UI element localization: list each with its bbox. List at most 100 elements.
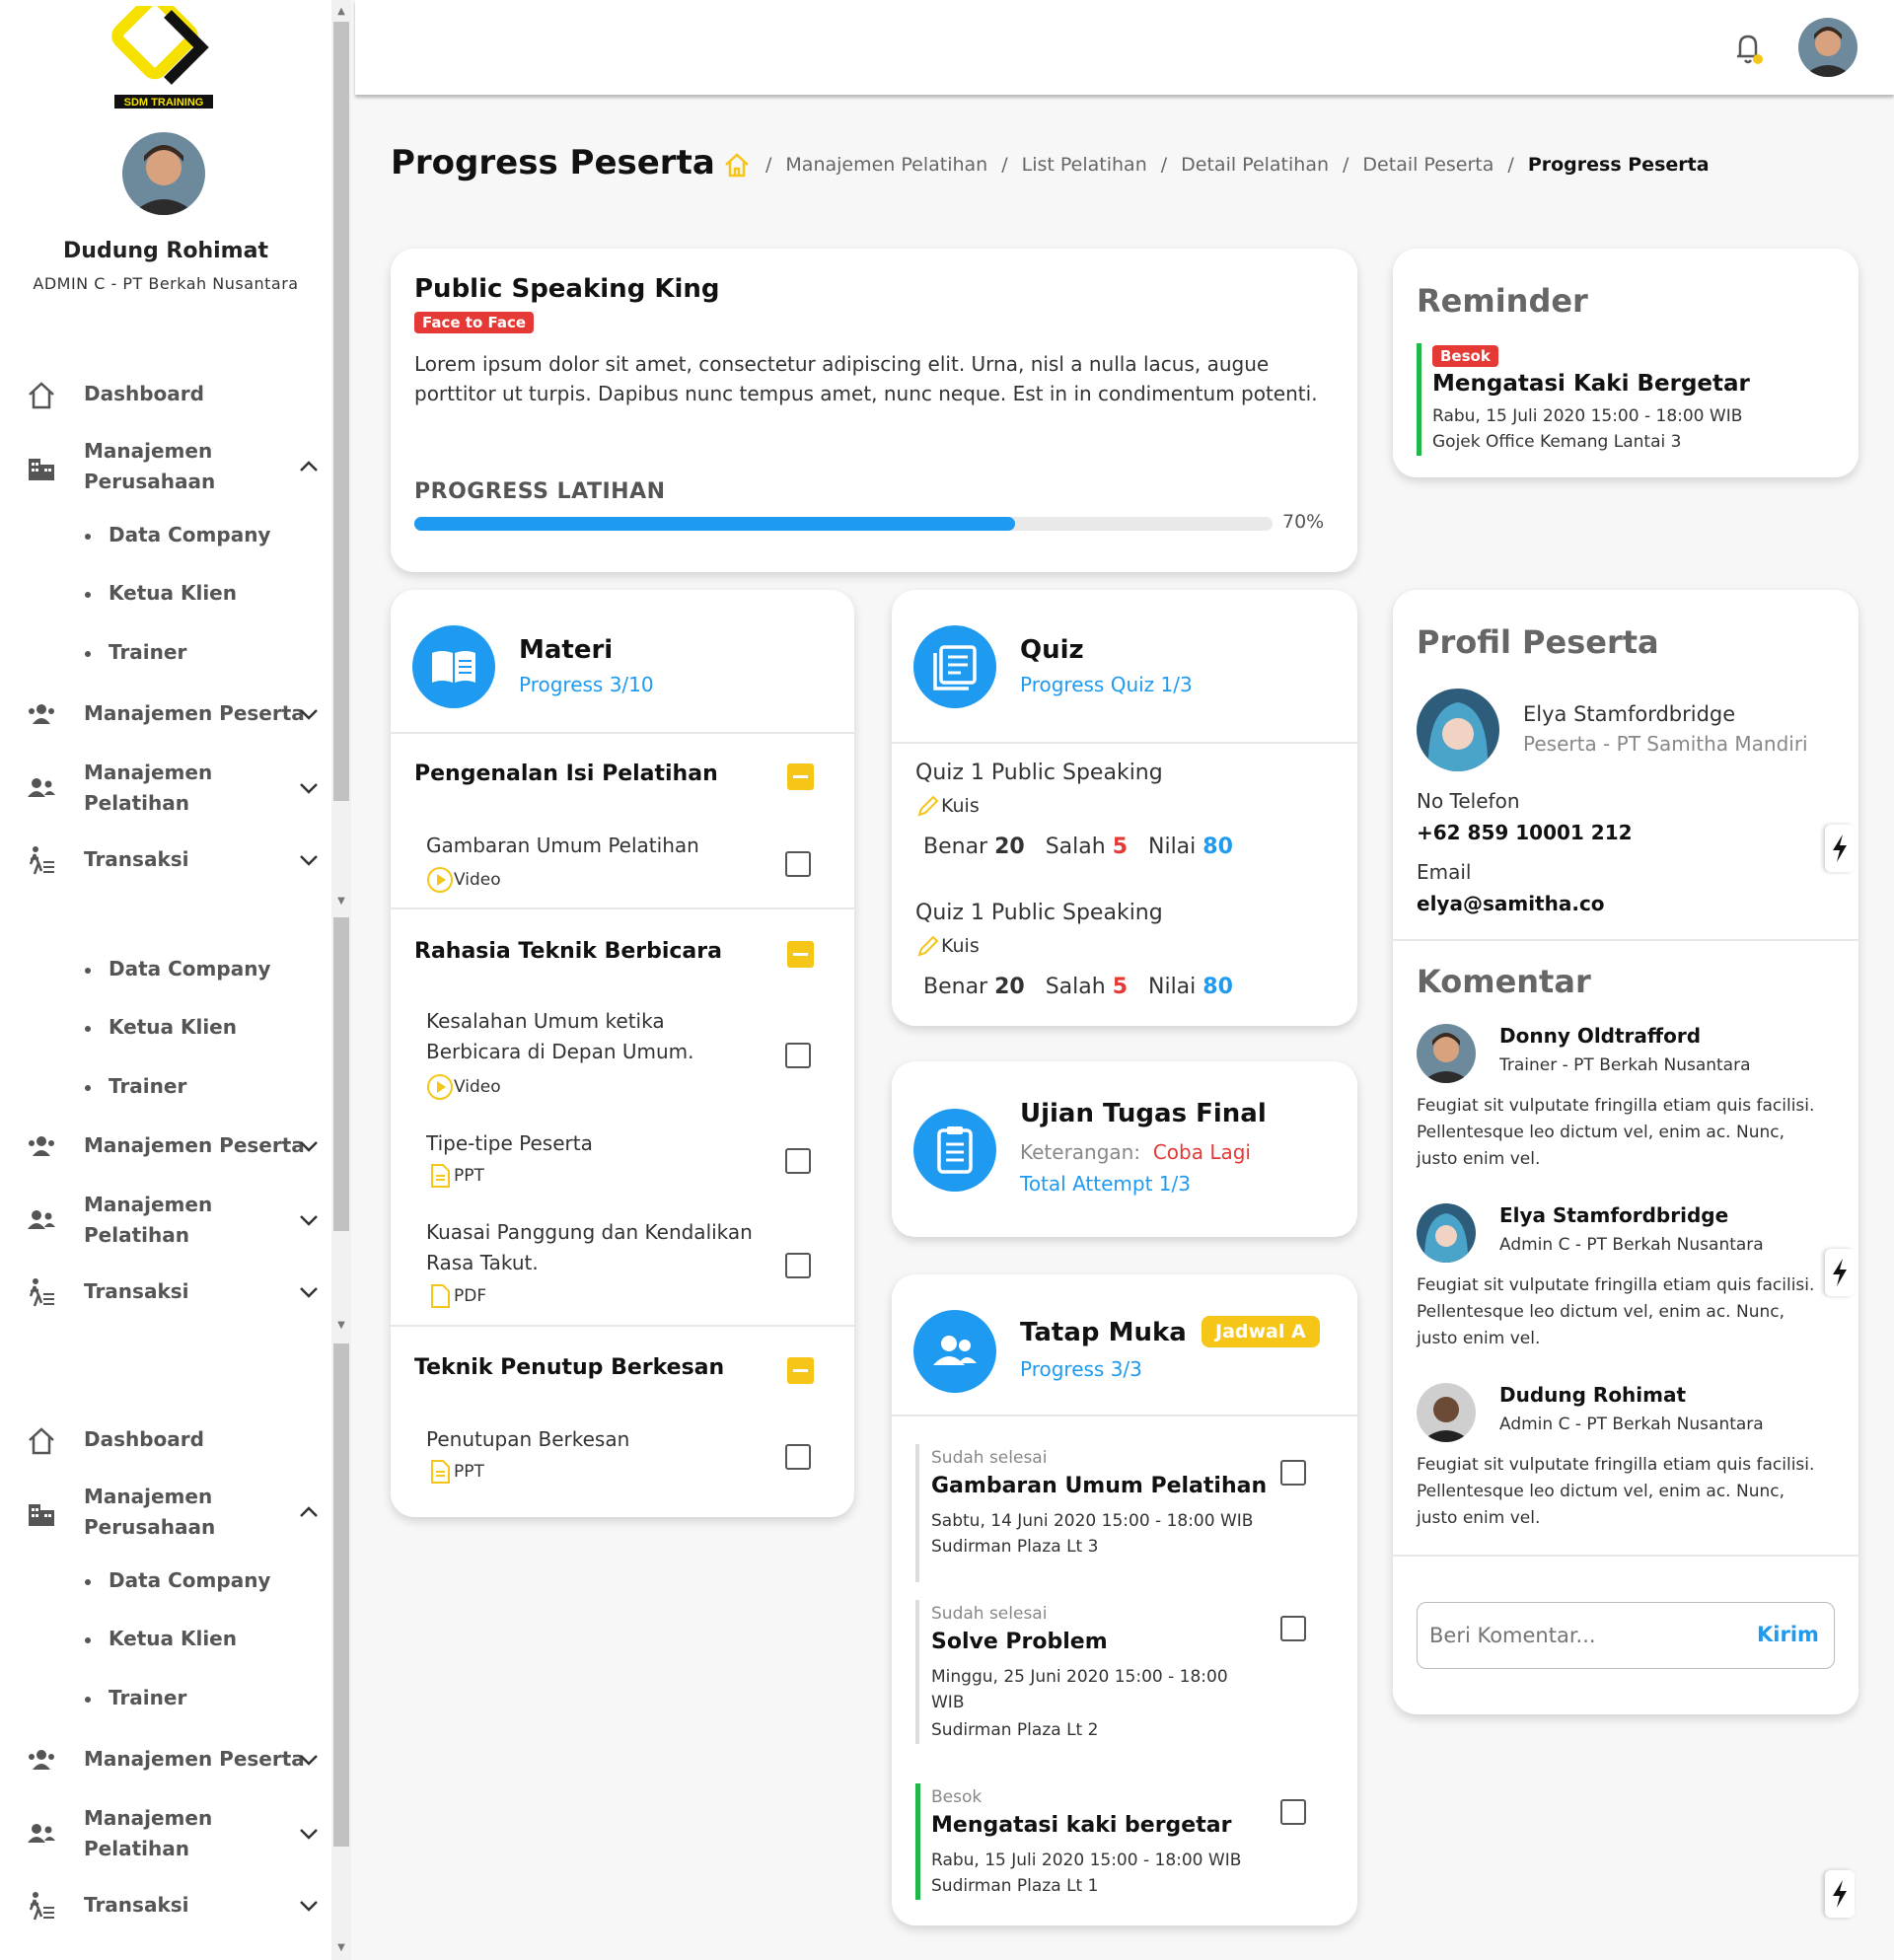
materi-item-title[interactable]: Berbicara di Depan Umum. [426,1037,694,1067]
quick-action-button[interactable] [1825,1870,1855,1918]
nav-dashboard[interactable]: Dashboard [0,1424,331,1456]
scroll-down-arrow[interactable]: ▼ [331,894,351,909]
nav-transaksi[interactable]: Transaksi [0,1890,331,1922]
materi-item-checkbox[interactable] [785,851,811,877]
comment-input[interactable] [1429,1617,1725,1654]
nav-dashboard-label: Dashboard [84,382,204,405]
scroll-thumb[interactable] [333,22,349,801]
nav-sub-data-company[interactable]: Data Company [85,957,270,980]
nav-sub-ketua-klien[interactable]: Ketua Klien [85,581,237,605]
quiz-list-icon [913,625,996,708]
user-group-icon [28,1824,55,1843]
materi-item-title[interactable]: Gambaran Umum Pelatihan [426,831,699,861]
scroll-down-arrow[interactable]: ▼ [331,1940,351,1956]
materi-item-title[interactable]: Penutupan Berkesan [426,1424,629,1455]
walking-icon [29,1278,54,1307]
ujian-attempt[interactable]: Total Attempt 1/3 [1020,1172,1191,1196]
nav-peserta[interactable]: Manajemen Peserta [0,1744,331,1776]
page-title: Progress Peserta [391,143,715,182]
nav-peserta[interactable]: Manajemen Peserta [0,698,331,730]
breadcrumb-item[interactable]: Detail Pelatihan [1181,154,1329,176]
materi-item-title[interactable]: Rasa Takut. [426,1248,539,1278]
nav-sub-trainer[interactable]: Trainer [85,640,186,664]
quick-action-button[interactable] [1825,1249,1855,1296]
session-checkbox[interactable] [1280,1616,1306,1641]
collapse-section-button[interactable] [787,763,814,790]
scroll-thumb[interactable] [333,1343,349,1847]
participant-avatar[interactable] [1417,689,1499,771]
nav-dashboard[interactable]: Dashboard [0,379,331,410]
scroll-down-arrow[interactable]: ▼ [331,1318,351,1334]
commenter-role: Admin C - PT Berkah Nusantara [1499,1235,1764,1255]
commenter-avatar [1417,1024,1476,1083]
materi-item-title[interactable]: Tipe-tipe Peserta [426,1128,593,1159]
breadcrumb-item[interactable]: Manajemen Pelatihan [785,154,987,176]
scroll-track[interactable]: ▼ [331,915,351,1340]
session-title[interactable]: Mengatasi kaki bergetar [931,1813,1231,1838]
collapse-section-button[interactable] [787,941,814,968]
nav-sub-ketua-klien[interactable]: Ketua Klien [85,1015,237,1039]
nav-perusahaan[interactable]: Manajemen Perusahaan [0,436,331,497]
session-time: Minggu, 25 Juni 2020 15:00 - 18:00 [931,1667,1228,1687]
materi-item-checkbox[interactable] [785,1043,811,1068]
pencil-icon [917,935,939,957]
scroll-up-arrow[interactable]: ▲ [331,4,351,20]
materi-item-type: Video [426,1073,501,1101]
scroll-thumb[interactable] [333,917,349,1231]
divider [391,732,854,734]
session-title[interactable]: Gambaran Umum Pelatihan [931,1474,1267,1498]
quick-action-button[interactable] [1825,825,1855,872]
home-icon[interactable] [722,150,752,180]
materi-item-title[interactable]: Kesalahan Umum ketika [426,1006,665,1037]
breadcrumb-item[interactable]: Detail Peserta [1362,154,1493,176]
user-avatar[interactable] [122,132,205,215]
progress-bar-fill [414,517,1015,531]
collapse-section-button[interactable] [787,1357,814,1384]
notification-bell-icon[interactable] [1731,30,1765,67]
quiz-item-title[interactable]: Quiz 1 Public Speaking [915,758,1163,788]
nav-transaksi[interactable]: Transaksi [0,1276,331,1308]
scroll-track[interactable]: ▲ ▼ [331,0,351,915]
nav-pelatihan[interactable]: Manajemen Pelatihan [0,1190,331,1251]
divider [391,1325,854,1327]
materi-item-checkbox[interactable] [785,1253,811,1278]
divider [892,742,1357,744]
progress-percent: 70% [1282,511,1325,533]
tatap-muka-progress: Progress 3/3 [1020,1357,1142,1381]
schedule-badge[interactable]: Jadwal A [1202,1316,1320,1347]
quiz-item-title[interactable]: Quiz 1 Public Speaking [915,898,1163,928]
nav-pelatihan[interactable]: Manajemen Pelatihan [0,758,331,819]
materi-section-title: Pengenalan Isi Pelatihan [414,762,718,786]
scroll-track[interactable]: ▼ [331,1340,351,1960]
materi-item-checkbox[interactable] [785,1444,811,1470]
nav-sub-trainer[interactable]: Trainer [85,1686,186,1709]
session-checkbox[interactable] [1280,1799,1306,1825]
chevron-down-icon [300,1901,318,1912]
session-title[interactable]: Solve Problem [931,1630,1108,1654]
chevron-down-icon [300,709,318,720]
users-icon [29,704,54,724]
document-file-icon [431,1164,450,1188]
send-comment-button[interactable]: Kirim [1757,1623,1819,1646]
nav-block-3: Dashboard Manajemen Perusahaan Data Comp… [0,1379,331,1960]
materi-item-title[interactable]: Kuasai Panggung dan Kendalikan [426,1217,753,1248]
walking-icon [29,1892,54,1921]
divider [1393,939,1858,941]
nav-transaksi[interactable]: Transaksi [0,844,331,876]
nav-sub-data-company[interactable]: Data Company [85,523,270,546]
nav-perusahaan-label-2: Perusahaan [84,1515,216,1539]
materi-item-type: PPT [426,1458,484,1486]
session-checkbox[interactable] [1280,1460,1306,1486]
nav-pelatihan[interactable]: Manajemen Pelatihan [0,1803,331,1864]
nav-sub-data-company[interactable]: Data Company [85,1568,270,1592]
nav-perusahaan[interactable]: Manajemen Perusahaan [0,1482,331,1543]
nav-peserta[interactable]: Manajemen Peserta [0,1130,331,1162]
nav-sub-ketua-klien[interactable]: Ketua Klien [85,1627,237,1650]
materi-item-checkbox[interactable] [785,1148,811,1174]
top-user-avatar[interactable] [1798,18,1858,77]
breadcrumb-item[interactable]: List Pelatihan [1022,154,1147,176]
reminder-event[interactable]: Mengatasi Kaki Bergetar [1432,371,1750,397]
sidebar-scrollbar[interactable]: ▲ ▼ ▼ ▼ [331,0,351,1960]
nav-sub-trainer[interactable]: Trainer [85,1074,186,1098]
materi-item-type-label: Video [454,1077,501,1097]
